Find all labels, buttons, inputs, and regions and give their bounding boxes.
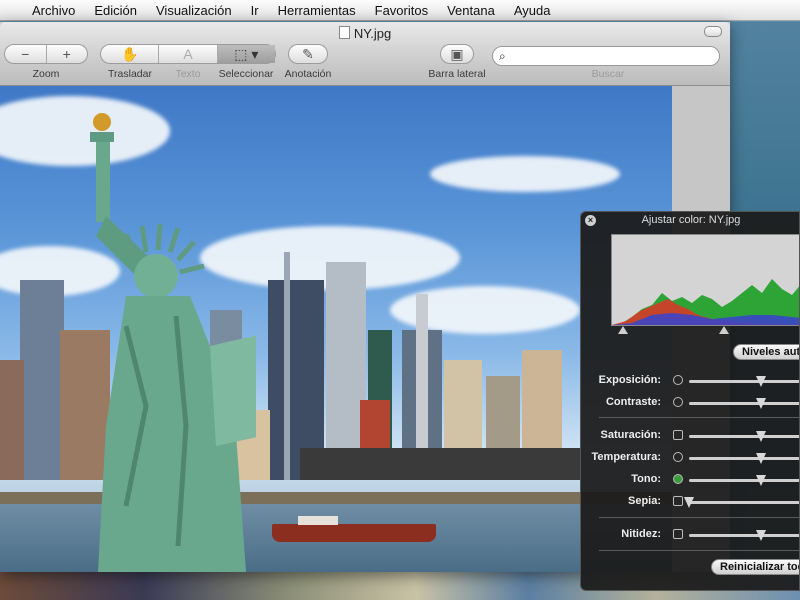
exposure-label: Exposición: — [598, 374, 661, 386]
sharpness-slider-track[interactable] — [689, 530, 799, 541]
select-tool-label: Seleccionar — [218, 68, 274, 80]
annotate-button[interactable]: ✎ — [288, 44, 328, 64]
panel-title: Ajustar color: NY.jpg — [641, 214, 741, 226]
sidebar-label: Barra lateral — [428, 68, 486, 80]
sharpness-row: Nitidez: — [581, 526, 799, 544]
sidebar-button[interactable]: ▣ — [440, 44, 474, 64]
menu-ir[interactable]: Ir — [241, 3, 268, 18]
exposure-slider-track[interactable] — [689, 376, 799, 387]
zoom-control: − + — [4, 44, 88, 64]
temperature-row: Temperatura: — [581, 449, 799, 467]
tint-slider-track[interactable] — [689, 475, 799, 486]
exposure-icon — [673, 375, 683, 385]
move-tool-label: Trasladar — [108, 68, 152, 80]
contrast-icon — [673, 397, 683, 407]
search-field[interactable]: ⌕ — [492, 46, 720, 66]
antenna — [284, 252, 290, 480]
contrast-label: Contraste: — [605, 396, 661, 408]
text-tool-label: Texto — [175, 68, 201, 80]
saturation-label: Saturación: — [600, 429, 661, 441]
menu-visualizacion[interactable]: Visualización — [146, 3, 241, 18]
tugboat-cabin — [298, 516, 338, 525]
tugboat — [272, 524, 436, 542]
statue-of-liberty — [90, 113, 256, 572]
panel-divider — [599, 417, 799, 418]
select-tool-button[interactable]: ⬚ ▾ — [217, 45, 275, 63]
sepia-icon — [673, 496, 683, 506]
tint-label: Tono: — [631, 473, 661, 485]
contrast-row: Contraste: — [581, 394, 799, 412]
sepia-label: Sepia: — [627, 495, 661, 507]
building — [0, 360, 24, 480]
histogram-graph — [612, 279, 799, 325]
window-title: NY.jpg — [0, 26, 730, 41]
sidebar-icon: ▣ — [450, 46, 464, 62]
saturation-icon — [673, 430, 683, 440]
menubar: Archivo Edición Visualización Ir Herrami… — [0, 0, 800, 21]
window-toolbar: NY.jpg − + Zoom ✋ A ⬚ ▾ Trasladar Texto … — [0, 22, 730, 86]
menu-favoritos[interactable]: Favoritos — [365, 3, 437, 18]
temperature-slider-knob[interactable] — [756, 453, 766, 464]
menu-ayuda[interactable]: Ayuda — [504, 3, 560, 18]
black-point-slider[interactable] — [618, 326, 628, 334]
menu-ventana[interactable]: Ventana — [437, 3, 504, 18]
search-input[interactable] — [513, 48, 713, 65]
menu-herramientas[interactable]: Herramientas — [268, 3, 365, 18]
document-icon — [338, 26, 350, 39]
tint-slider-knob[interactable] — [756, 475, 766, 486]
text-tool-button[interactable]: A — [159, 45, 216, 63]
exposure-row: Exposición: — [581, 372, 799, 390]
auto-levels-button[interactable]: Niveles autom — [733, 344, 799, 360]
building — [20, 280, 64, 480]
temperature-label: Temperatura: — [591, 451, 661, 463]
zoom-in-button[interactable]: + — [47, 45, 88, 63]
sepia-slider-track[interactable] — [684, 497, 799, 508]
sharpness-icon — [673, 529, 683, 539]
search-label: Buscar — [591, 68, 625, 80]
sharpness-slider-knob[interactable] — [756, 530, 766, 541]
move-tool-button[interactable]: ✋ — [101, 45, 158, 63]
tint-row: Tono: — [581, 471, 799, 489]
sepia-slider-knob[interactable] — [684, 497, 694, 508]
saturation-row: Saturación: — [581, 427, 799, 445]
panel-divider — [599, 550, 799, 551]
photo-canvas[interactable] — [0, 86, 672, 572]
menu-archivo[interactable]: Archivo — [22, 3, 84, 18]
window-title-text: NY.jpg — [353, 26, 392, 41]
reset-all-button[interactable]: Reinicializar todo — [711, 559, 799, 575]
temperature-icon — [673, 452, 683, 462]
search-icon: ⌕ — [499, 49, 506, 63]
pier-building — [300, 448, 580, 480]
annotate-label: Anotación — [284, 68, 332, 80]
contrast-slider-track[interactable] — [689, 398, 799, 409]
adjust-color-panel: × Ajustar color: NY.jpg Niveles autom Ex… — [580, 211, 800, 591]
zoom-label: Zoom — [32, 68, 60, 80]
pencil-icon: ✎ — [302, 46, 314, 62]
sharpness-label: Nitidez: — [621, 528, 661, 540]
saturation-slider-knob[interactable] — [756, 431, 766, 442]
tint-icon[interactable] — [673, 474, 683, 484]
midtone-slider[interactable] — [719, 326, 729, 334]
temperature-slider-track[interactable] — [689, 453, 799, 464]
zoom-out-button[interactable]: − — [5, 45, 46, 63]
panel-divider — [599, 517, 799, 518]
tool-mode-control: ✋ A ⬚ ▾ — [100, 44, 276, 64]
saturation-slider-track[interactable] — [689, 431, 799, 442]
menu-edicion[interactable]: Edición — [84, 3, 146, 18]
sepia-row: Sepia: — [581, 493, 799, 511]
exposure-slider-knob[interactable] — [756, 376, 766, 387]
cloud — [430, 156, 620, 192]
toolbar-toggle-button[interactable] — [704, 26, 722, 37]
histogram — [611, 234, 799, 326]
contrast-slider-knob[interactable] — [756, 398, 766, 409]
